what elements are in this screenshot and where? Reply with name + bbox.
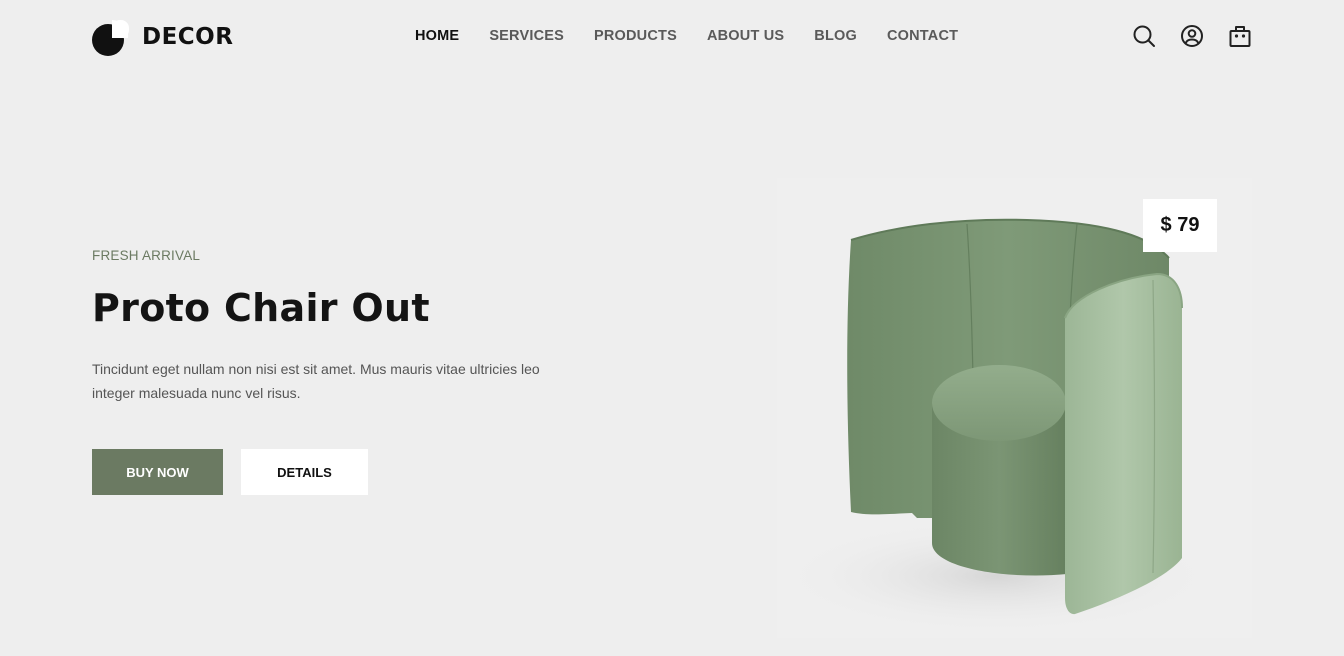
brand-logo[interactable]: DECOR bbox=[92, 18, 233, 56]
site-header: DECOR HOME SERVICES PRODUCTS ABOUT US BL… bbox=[0, 0, 1344, 74]
nav-home[interactable]: HOME bbox=[415, 28, 459, 44]
price-tag: $ 79 bbox=[1143, 199, 1217, 252]
nav-contact[interactable]: CONTACT bbox=[887, 28, 958, 44]
brand-name: DECOR bbox=[142, 24, 234, 50]
header-actions bbox=[1132, 24, 1252, 48]
user-icon[interactable] bbox=[1180, 24, 1204, 48]
bag-icon[interactable] bbox=[1228, 24, 1252, 48]
nav-about-us[interactable]: ABOUT US bbox=[707, 28, 784, 44]
nav-services[interactable]: SERVICES bbox=[489, 28, 564, 44]
details-button[interactable]: DETAILS bbox=[241, 449, 368, 495]
hero-title: Proto Chair Out bbox=[92, 286, 430, 330]
buy-now-button[interactable]: BUY NOW bbox=[92, 449, 223, 495]
logo-mark-icon bbox=[92, 19, 129, 56]
hero-eyebrow: FRESH ARRIVAL bbox=[92, 248, 201, 263]
nav-blog[interactable]: BLOG bbox=[814, 28, 857, 44]
nav-products[interactable]: PRODUCTS bbox=[594, 28, 677, 44]
main-nav: HOME SERVICES PRODUCTS ABOUT US BLOG CON… bbox=[415, 27, 958, 45]
hero-description: Tincidunt eget nullam non nisi est sit a… bbox=[92, 361, 540, 401]
search-icon[interactable] bbox=[1132, 24, 1156, 48]
